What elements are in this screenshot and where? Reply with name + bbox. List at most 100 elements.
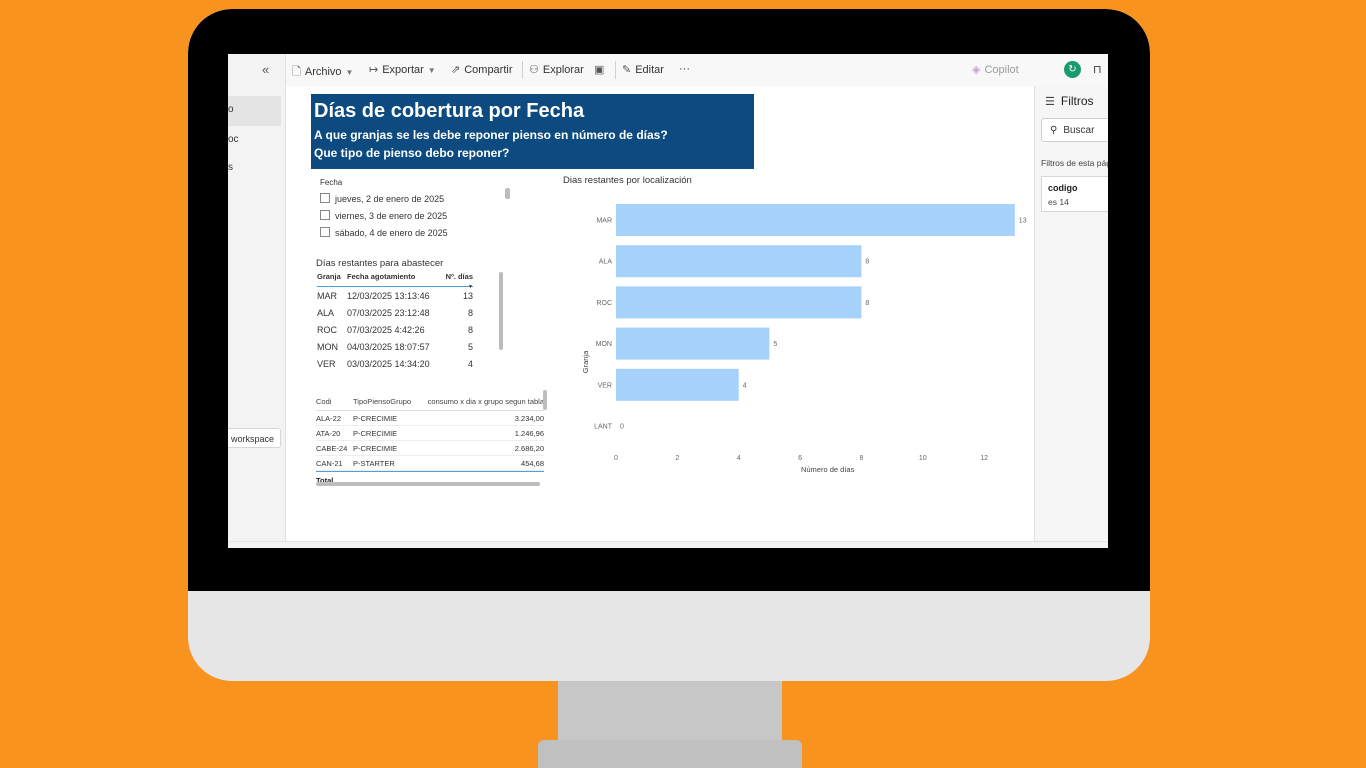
more-options-icon[interactable]: ···: [679, 63, 690, 75]
table-cell: ROC: [317, 324, 337, 335]
comments-button[interactable]: ▣: [594, 63, 608, 76]
x-tick-label: 4: [737, 455, 741, 462]
table-row: MAR 12/03/2025 13:13:46 13: [317, 287, 473, 304]
table-cell: 1.246,96: [514, 428, 544, 438]
y-tick-label: ALA: [599, 259, 613, 266]
date-slicer-item[interactable]: viernes, 3 de enero de 2025: [320, 210, 447, 221]
date-slicer-item[interactable]: sábado, 4 de enero de 2025: [320, 227, 448, 238]
y-tick-label: LANT: [594, 424, 613, 431]
data-label: 5: [773, 341, 777, 348]
table-cell: VER: [317, 358, 336, 369]
compartir-button[interactable]: ⇗ Compartir: [451, 63, 513, 76]
bar-ver[interactable]: [616, 368, 739, 401]
table-cell: ATA-20: [316, 428, 341, 438]
x-tick-label: 10: [919, 455, 927, 462]
copilot-label: Copilot: [984, 64, 1019, 76]
table-cell: MON: [317, 341, 338, 352]
date-slicer-label: viernes, 3 de enero de 2025: [335, 211, 448, 221]
chart-title: Dias restantes por localización: [563, 175, 692, 186]
column-header[interactable]: consumo x dia x grupo segun tabla: [419, 397, 544, 406]
refresh-icon[interactable]: ↻: [1064, 61, 1081, 78]
table-cell: 454,68: [521, 458, 544, 468]
table-scrollbar[interactable]: [499, 272, 503, 350]
table-row: CAN-21 P-STARTER 454,68: [316, 456, 544, 471]
filters-header: ☰ Filtros: [1045, 94, 1094, 108]
filter-card-codigo[interactable]: codigo es 14: [1041, 176, 1108, 212]
table-row: ALA 07/03/2025 23:12:48 8: [317, 304, 473, 321]
table-cell: 2.686,20: [514, 443, 544, 453]
x-axis-title: Número de días: [801, 465, 855, 474]
report-canvas: Días de cobertura por Fecha A que granja…: [286, 86, 1034, 548]
x-tick-label: 6: [798, 455, 802, 462]
comment-icon: ▣: [594, 64, 605, 76]
bar-roc[interactable]: [616, 286, 862, 319]
table-header: Granja Fecha agotamiento Nº. días ▼: [317, 272, 473, 290]
table-scrollbar[interactable]: [543, 390, 547, 410]
column-header[interactable]: Nº. días ▼: [441, 272, 473, 290]
archivo-menu[interactable]: 🗋 Archivo ▼: [292, 63, 353, 82]
table-cell: MAR: [317, 290, 337, 301]
workspace-button[interactable]: workspace: [228, 428, 281, 448]
table-row: MON 04/03/2025 18:07:57 5: [317, 338, 473, 355]
table-row: VER 03/03/2025 14:34:20 4: [317, 355, 473, 372]
x-tick-label: 8: [859, 455, 863, 462]
editar-button[interactable]: ✎ Editar: [622, 63, 664, 76]
explorar-button[interactable]: ⚇ Explorar: [529, 63, 584, 76]
chevron-down-icon: ▼: [427, 66, 436, 75]
screen: « o oc s workspace 🗋 Archivo ▼ ↦ Exportar ▼ …: [228, 54, 1108, 548]
toolbar-divider: [522, 61, 523, 79]
file-icon: 🗋: [292, 66, 301, 78]
checkbox[interactable]: [320, 193, 330, 203]
bookmark-icon[interactable]: ⊓: [1093, 63, 1102, 76]
table-cell: ALA-22: [316, 413, 342, 423]
column-header[interactable]: Codi: [316, 397, 353, 406]
column-header[interactable]: Fecha agotamiento: [347, 272, 441, 286]
table-cell: 07/03/2025 23:12:48: [347, 307, 430, 318]
date-slicer-label: jueves, 2 de enero de 2025: [335, 194, 445, 204]
filter-value: es 14: [1048, 197, 1069, 207]
table-row: ATA-20 P-CRECIMIE 1.246,96: [316, 426, 544, 441]
days-bar-chart: MAR 13 ALA 8 ROC 8 MON 5 VER 4 LANT 0 0 2 4 6 8 10 12 Númer…: [581, 204, 1027, 474]
bar-ala[interactable]: [616, 245, 862, 278]
y-tick-label: ROC: [596, 300, 612, 307]
editar-label: Editar: [635, 64, 664, 76]
nav-selected-item[interactable]: [228, 96, 281, 126]
copilot-button[interactable]: ◈ Copilot: [972, 63, 1019, 76]
collapse-nav-icon[interactable]: «: [262, 62, 269, 77]
checkbox[interactable]: [320, 210, 330, 220]
binoculars-icon: ⚇: [529, 64, 539, 76]
bar-mon[interactable]: [616, 327, 770, 360]
exportar-menu[interactable]: ↦ Exportar ▼: [369, 63, 436, 76]
search-icon: ⚲: [1050, 125, 1058, 136]
table-horizontal-scrollbar[interactable]: [316, 482, 540, 486]
x-tick-label: 2: [675, 455, 679, 462]
toolbar-divider: [615, 61, 616, 79]
table-cell: 3.234,00: [514, 413, 544, 423]
data-label: 8: [865, 300, 869, 307]
search-placeholder: Buscar: [1063, 125, 1095, 136]
bar-mar[interactable]: [616, 204, 1015, 236]
pencil-icon: ✎: [622, 64, 632, 76]
filters-pane: ☰ Filtros ⚲ Buscar Filtros de esta pág cod…: [1034, 86, 1108, 548]
table-cell: ALA: [317, 307, 335, 318]
slicer-scrollbar[interactable]: [505, 188, 510, 199]
table-cell: P-CRECIMIE: [353, 428, 398, 438]
x-tick-label: 0: [614, 455, 618, 462]
filters-search-input[interactable]: ⚲ Buscar: [1041, 118, 1108, 142]
date-slicer-title: Fecha: [320, 178, 343, 187]
table-row: CABE-24 P-CRECIMIE 2.686,20: [316, 441, 544, 456]
date-slicer-item[interactable]: jueves, 2 de enero de 2025: [320, 193, 444, 204]
left-nav-pane: « o oc s workspace: [228, 54, 286, 548]
checkbox[interactable]: [320, 227, 330, 237]
column-header[interactable]: TipoPiensoGrupo: [353, 397, 419, 406]
table-cell: 8: [467, 307, 473, 318]
filter-icon: ☰: [1045, 96, 1055, 108]
y-tick-label: MAR: [596, 218, 612, 225]
report-title-banner: Días de cobertura por Fecha A que granja…: [311, 94, 754, 169]
table-cell: 12/03/2025 13:13:46: [347, 290, 430, 301]
x-tick-label: 12: [980, 455, 988, 462]
table-cell: 03/03/2025 14:34:20: [347, 358, 430, 369]
column-header[interactable]: Granja: [317, 272, 347, 286]
y-tick-label: MON: [596, 341, 612, 348]
report-title: Días de cobertura por Fecha: [314, 100, 585, 122]
